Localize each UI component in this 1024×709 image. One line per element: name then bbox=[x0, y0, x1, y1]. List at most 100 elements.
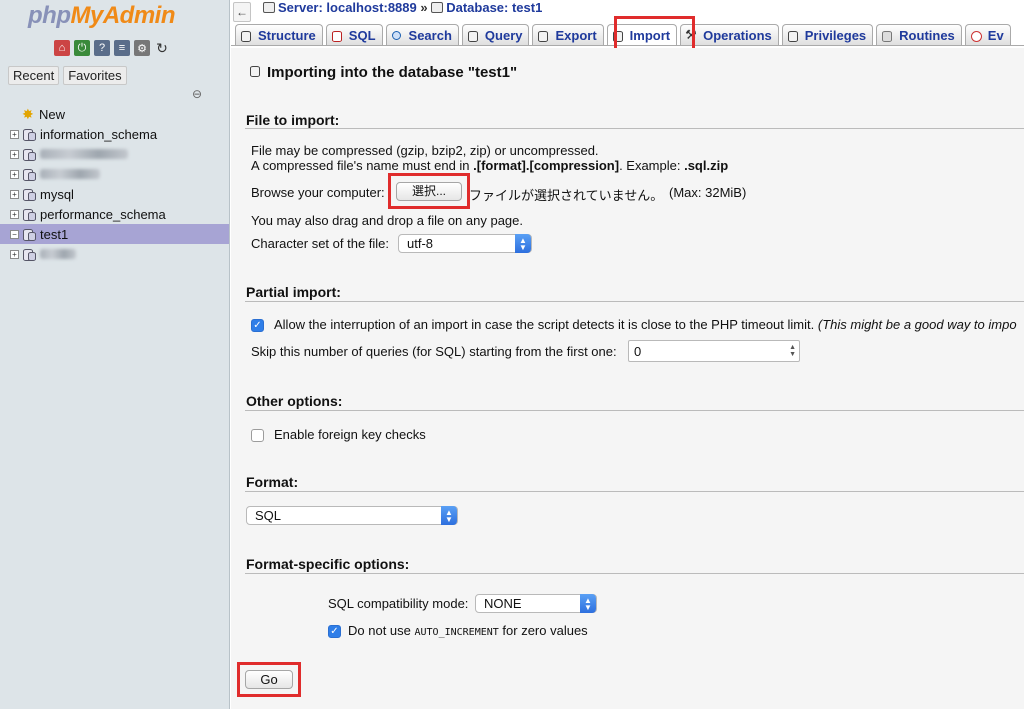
search-icon bbox=[391, 29, 405, 42]
sidebar-toolbar: ⌂ ⏻ ? ≡ ⚙ ↻ bbox=[54, 40, 170, 56]
tab-sql[interactable]: SQL bbox=[325, 24, 383, 45]
format-select[interactable]: SQL ▲ ▼ bbox=[246, 506, 458, 525]
expand-icon[interactable]: + bbox=[10, 129, 19, 139]
tab-events[interactable]: Ev bbox=[964, 24, 1011, 45]
choose-file-button[interactable]: 選択... bbox=[396, 182, 462, 201]
privileges-icon bbox=[787, 29, 801, 42]
section-partial-import: Partial import: bbox=[246, 284, 341, 300]
tab-operations[interactable]: Operations bbox=[680, 24, 779, 45]
no-file-selected: ファイルが選択されていません。 bbox=[469, 188, 664, 203]
section-format-specific-options: Format-specific options: bbox=[246, 556, 410, 572]
import-icon bbox=[249, 64, 263, 77]
chevron-updown-icon: ▲ ▼ bbox=[515, 234, 531, 253]
tab-structure[interactable]: Structure bbox=[235, 24, 323, 45]
expand-icon[interactable]: + bbox=[10, 169, 19, 179]
breadcrumb-separator: » bbox=[420, 0, 428, 15]
logout-icon[interactable]: ⏻ bbox=[74, 40, 90, 56]
database-icon bbox=[22, 188, 36, 201]
database-icon bbox=[22, 228, 36, 241]
divider bbox=[245, 573, 1024, 574]
main-tabs: Structure SQL Search Query Export Import… bbox=[231, 24, 1024, 46]
tab-export[interactable]: Export bbox=[532, 24, 604, 45]
tree-item-test1[interactable]: − test1 bbox=[0, 224, 229, 244]
database-icon bbox=[22, 208, 36, 221]
obscured-label bbox=[40, 149, 128, 159]
section-other-options: Other options: bbox=[246, 393, 343, 409]
browse-label: Browse your computer: bbox=[251, 185, 385, 200]
breadcrumb-server[interactable]: Server: localhost:8889 bbox=[278, 0, 417, 15]
compat-mode-label: SQL compatibility mode: bbox=[328, 596, 469, 611]
divider bbox=[245, 301, 1024, 302]
section-file-to-import: File to import: bbox=[246, 112, 340, 128]
expand-icon[interactable]: + bbox=[10, 189, 19, 199]
tab-query[interactable]: Query bbox=[461, 24, 530, 45]
allow-interrupt-checkbox[interactable]: ✓ bbox=[251, 319, 264, 332]
drag-drop-hint: You may also drag and drop a file on any… bbox=[251, 213, 523, 228]
go-button[interactable]: Go bbox=[245, 670, 293, 689]
chevron-updown-icon: ▲ ▼ bbox=[441, 506, 457, 525]
database-icon bbox=[22, 128, 36, 141]
tree-item-new[interactable]: ✸ New bbox=[0, 104, 229, 124]
breadcrumb-database[interactable]: Database: test1 bbox=[446, 0, 542, 15]
no-auto-increment-label[interactable]: Do not use AUTO_INCREMENT for zero value… bbox=[348, 623, 588, 638]
reload-icon[interactable]: ↻ bbox=[154, 40, 170, 56]
home-icon[interactable]: ⌂ bbox=[54, 40, 70, 56]
tab-favorites[interactable]: Favorites bbox=[63, 66, 127, 85]
tab-search[interactable]: Search bbox=[385, 24, 459, 45]
navigation-sidebar: phpMyAdmin ⌂ ⏻ ? ≡ ⚙ ↻ Recent Favorites … bbox=[0, 0, 230, 709]
breadcrumb: Server: localhost:8889 » Database: test1 bbox=[263, 0, 542, 15]
top-bar: ← Server: localhost:8889 » Database: tes… bbox=[231, 0, 1024, 22]
tab-import[interactable]: Import bbox=[606, 24, 678, 45]
skip-queries-label: Skip this number of queries (for SQL) st… bbox=[251, 344, 617, 359]
allow-interrupt-label[interactable]: Allow the interruption of an import in c… bbox=[274, 317, 1024, 332]
recent-favorites-tabs: Recent Favorites bbox=[8, 66, 127, 85]
obscured-label bbox=[40, 169, 100, 179]
compression-info: File may be compressed (gzip, bzip2, zip… bbox=[251, 143, 599, 158]
main-panel: ← Server: localhost:8889 » Database: tes… bbox=[231, 0, 1024, 709]
tree-item-information-schema[interactable]: + information_schema bbox=[0, 124, 229, 144]
sql-icon bbox=[331, 29, 345, 42]
operations-icon bbox=[685, 27, 699, 42]
link-with-main-icon[interactable]: ⊖ bbox=[192, 87, 202, 101]
back-arrow-icon[interactable]: ← bbox=[233, 2, 251, 22]
structure-icon bbox=[240, 29, 254, 42]
export-icon bbox=[537, 29, 551, 42]
tree-item-obscured[interactable]: + bbox=[0, 244, 229, 264]
database-icon bbox=[22, 248, 36, 261]
compression-name-info: A compressed file's name must end in .[f… bbox=[251, 158, 729, 173]
database-icon bbox=[22, 168, 36, 181]
settings-gear-icon[interactable]: ⚙ bbox=[134, 40, 150, 56]
tree-item-obscured[interactable]: + bbox=[0, 164, 229, 184]
tree-item-obscured[interactable]: + bbox=[0, 144, 229, 164]
import-form: Importing into the database "test1" File… bbox=[231, 48, 1024, 709]
import-icon bbox=[612, 29, 626, 42]
no-auto-increment-checkbox[interactable]: ✓ bbox=[328, 625, 341, 638]
page-title: Importing into the database "test1" bbox=[249, 64, 517, 81]
query-icon bbox=[467, 29, 481, 42]
skip-queries-input[interactable]: 0 ▲ ▼ bbox=[628, 340, 800, 362]
tree-item-performance-schema[interactable]: + performance_schema bbox=[0, 204, 229, 224]
stepper-icon[interactable]: ▲ ▼ bbox=[789, 344, 796, 358]
tab-routines[interactable]: Routines bbox=[876, 24, 962, 45]
events-icon bbox=[970, 29, 984, 42]
divider bbox=[245, 491, 1024, 492]
tab-recent[interactable]: Recent bbox=[8, 66, 60, 85]
collapse-icon[interactable]: − bbox=[10, 229, 19, 239]
expand-icon[interactable]: + bbox=[10, 249, 19, 259]
charset-label: Character set of the file: bbox=[251, 236, 390, 251]
server-icon bbox=[263, 2, 275, 13]
expand-icon[interactable]: + bbox=[10, 209, 19, 219]
database-tree: ✸ New + information_schema + + + mysql +… bbox=[0, 104, 229, 264]
database-icon bbox=[431, 2, 444, 13]
divider bbox=[245, 128, 1024, 129]
charset-select[interactable]: utf-8 ▲ ▼ bbox=[398, 234, 532, 253]
foreign-key-checks-label[interactable]: Enable foreign key checks bbox=[274, 427, 426, 442]
query-window-icon[interactable]: ? bbox=[94, 40, 110, 56]
foreign-key-checks-checkbox[interactable] bbox=[251, 429, 264, 442]
compat-mode-select[interactable]: NONE ▲ ▼ bbox=[475, 594, 597, 613]
docs-icon[interactable]: ≡ bbox=[114, 40, 130, 56]
expand-icon[interactable]: + bbox=[10, 149, 19, 159]
phpmyadmin-logo[interactable]: phpMyAdmin bbox=[28, 2, 175, 30]
tab-privileges[interactable]: Privileges bbox=[781, 24, 874, 45]
tree-item-mysql[interactable]: + mysql bbox=[0, 184, 229, 204]
